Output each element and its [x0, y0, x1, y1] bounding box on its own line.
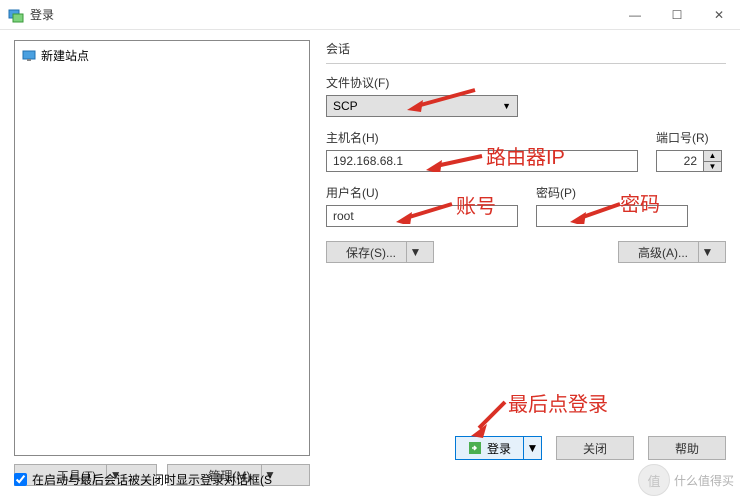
save-button[interactable]: 保存(S)... ▼: [326, 241, 434, 263]
close-button[interactable]: 关闭: [556, 436, 634, 460]
app-icon: [8, 7, 24, 23]
chevron-down-icon: ▼: [406, 242, 424, 262]
window-title: 登录: [30, 6, 614, 23]
help-button[interactable]: 帮助: [648, 436, 726, 460]
site-item-label: 新建站点: [41, 47, 89, 64]
chevron-down-icon: ▼: [502, 101, 511, 111]
password-input[interactable]: [536, 205, 688, 227]
bottom-bar: 登录 ▼ 关闭 帮助: [0, 436, 740, 460]
sites-list[interactable]: 新建站点: [14, 40, 310, 456]
chevron-down-icon: ▼: [698, 242, 716, 262]
password-label: 密码(P): [536, 184, 688, 201]
session-group-title: 会话: [326, 40, 726, 57]
minimize-button[interactable]: —: [614, 0, 656, 30]
spin-down-icon[interactable]: ▼: [704, 162, 721, 172]
chevron-down-icon: ▼: [523, 437, 541, 459]
host-label: 主机名(H): [326, 129, 638, 146]
protocol-label: 文件协议(F): [326, 74, 726, 91]
maximize-button[interactable]: ☐: [656, 0, 698, 30]
sites-panel: 新建站点 工具(T) ▼ 管理(M) ▼: [14, 40, 310, 486]
port-label: 端口号(R): [656, 129, 726, 146]
spin-up-icon[interactable]: ▲: [704, 151, 721, 162]
watermark: 值 什么值得买: [638, 464, 734, 496]
site-item-new[interactable]: 新建站点: [19, 45, 305, 66]
username-input[interactable]: [326, 205, 518, 227]
user-label: 用户名(U): [326, 184, 518, 201]
protocol-select[interactable]: SCP ▼: [326, 95, 518, 117]
host-input[interactable]: [326, 150, 638, 172]
monitor-icon: [22, 49, 36, 63]
session-panel: 会话 文件协议(F) SCP ▼ 主机名(H) 端口号(R) ▲▼: [326, 40, 726, 486]
checkbox-input[interactable]: [14, 473, 27, 486]
login-button[interactable]: 登录 ▼: [455, 436, 542, 460]
show-on-startup-checkbox[interactable]: 在启动与最后会话被关闭时显示登录对话框(S: [14, 471, 272, 488]
port-input[interactable]: [656, 150, 704, 172]
close-window-button[interactable]: ✕: [698, 0, 740, 30]
port-spinner[interactable]: ▲▼: [656, 150, 726, 172]
checkbox-label: 在启动与最后会话被关闭时显示登录对话框(S: [32, 471, 272, 488]
login-icon: [468, 441, 482, 455]
titlebar: 登录 — ☐ ✕: [0, 0, 740, 30]
advanced-button[interactable]: 高级(A)... ▼: [618, 241, 726, 263]
watermark-icon: 值: [638, 464, 670, 496]
